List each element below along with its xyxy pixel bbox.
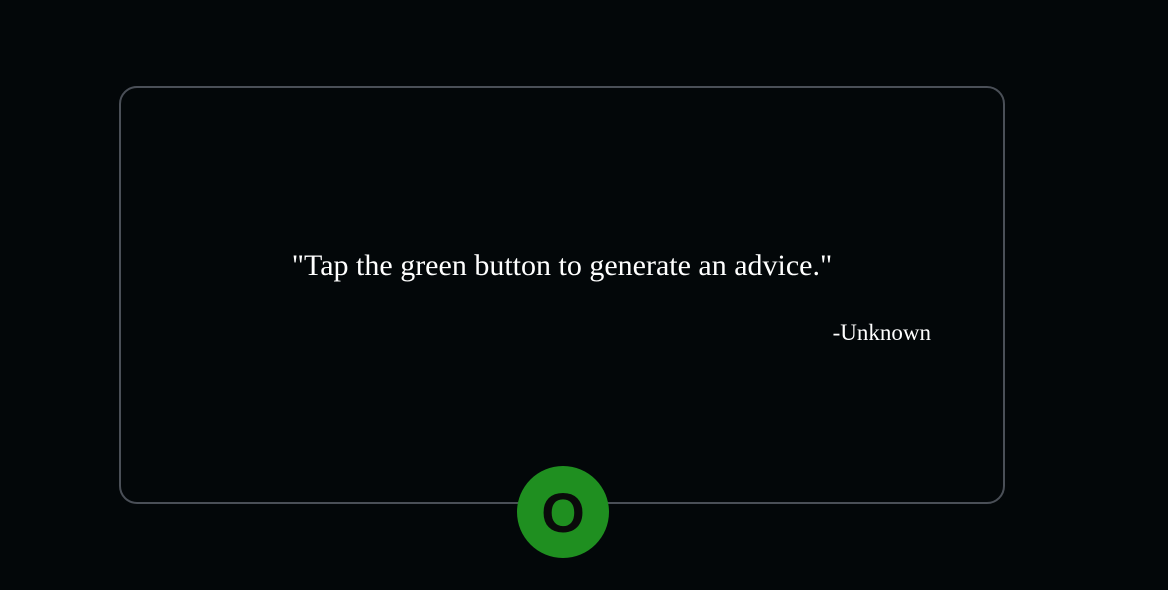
generate-advice-button[interactable]: O — [517, 466, 609, 558]
advice-author: -Unknown — [832, 320, 931, 345]
generate-button-label: O — [541, 481, 585, 544]
advice-card: "Tap the green button to generate an adv… — [119, 86, 1005, 504]
advice-quote: "Tap the green button to generate an adv… — [291, 249, 833, 282]
page: "Tap the green button to generate an adv… — [0, 0, 1168, 590]
